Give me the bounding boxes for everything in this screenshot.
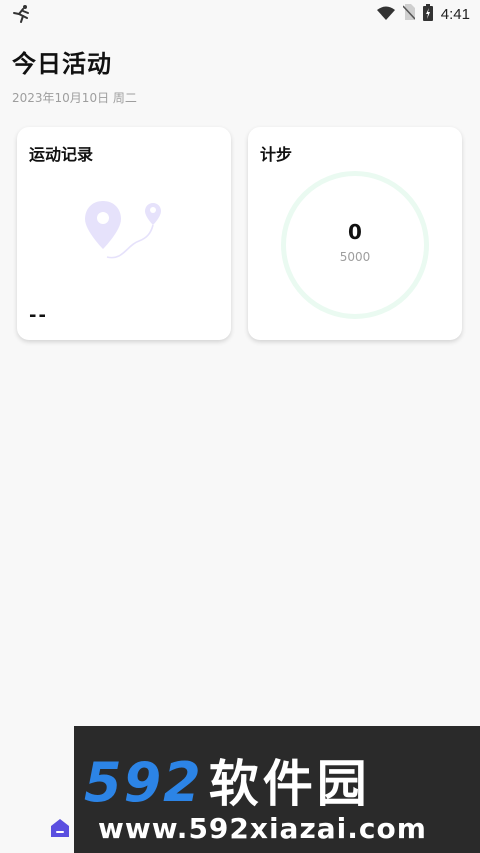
wifi-icon (376, 5, 395, 24)
watermark-url: www.592xiazai.com (98, 812, 427, 845)
page-date: 2023年10月10日 周二 (12, 91, 137, 105)
step-progress-ring: 0 5000 (281, 171, 429, 319)
watermark-logo: 592 软件园 (84, 744, 371, 814)
status-time: 4:41 (440, 5, 470, 23)
step-counter-card[interactable]: 计步 0 5000 (248, 127, 462, 340)
battery-charging-icon (422, 3, 433, 25)
step-target: 5000 (339, 250, 371, 264)
exercise-record-title: 运动记录 (29, 145, 94, 164)
no-sim-icon (402, 4, 416, 24)
route-map-icon (83, 199, 165, 265)
watermark-banner: 592 软件园 www.592xiazai.com (74, 726, 480, 853)
exercise-record-value: -- (29, 305, 48, 326)
step-counter-title: 计步 (260, 145, 293, 164)
home-icon[interactable] (49, 817, 71, 839)
page-header: 今日活动 2023年10月10日 周二 (12, 44, 452, 106)
exercise-record-card[interactable]: 运动记录 -- (17, 127, 231, 340)
watermark-number: 592 (84, 751, 203, 814)
watermark-brand: 软件园 (208, 755, 371, 813)
step-ring-center: 0 5000 (281, 171, 429, 319)
status-bar: 4:41 (0, 0, 480, 28)
running-figure-icon (10, 4, 32, 24)
step-count: 0 (348, 220, 362, 244)
status-icons: 4:41 (376, 3, 470, 25)
page-title: 今日活动 (12, 50, 112, 78)
